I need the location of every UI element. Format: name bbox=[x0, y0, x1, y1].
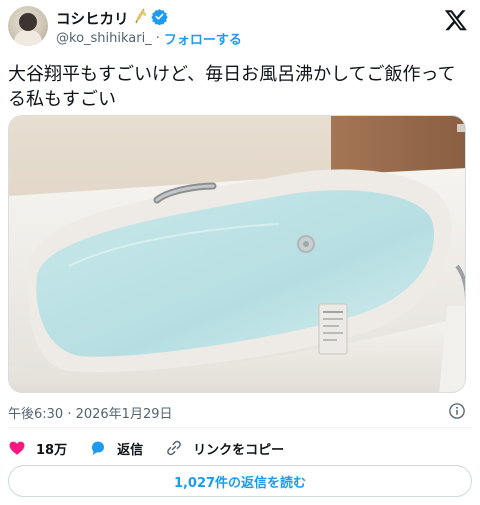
like-count: 18万 bbox=[36, 442, 68, 458]
copy-link-button[interactable]: リンクをコピー bbox=[165, 439, 284, 458]
avatar-head bbox=[19, 13, 37, 31]
x-logo-icon[interactable] bbox=[444, 8, 468, 32]
tweet-text: 大谷翔平もすごいけど、毎日お風呂沸かしてご飯作って る私もすごい bbox=[8, 62, 470, 112]
author-handle-row: @ko_shihikari_ · フォローする bbox=[56, 29, 242, 48]
verified-badge-icon bbox=[150, 8, 168, 29]
read-replies-label: 1,027件の返信を読む bbox=[173, 475, 307, 491]
author-handle[interactable]: @ko_shihikari_ bbox=[56, 31, 152, 46]
like-button[interactable]: 18万 bbox=[8, 439, 67, 458]
follow-button[interactable]: フォローする bbox=[164, 29, 242, 48]
reply-button[interactable]: 返信 bbox=[89, 439, 143, 458]
author-name-row[interactable]: コシヒカリ bbox=[56, 8, 168, 28]
tweet-photo[interactable] bbox=[8, 115, 466, 393]
read-replies-button[interactable]: 1,027件の返信を読む bbox=[8, 465, 472, 497]
tweet-header: コシヒカリ @ko_shihikari_ · フォローする bbox=[8, 6, 472, 50]
avatar[interactable] bbox=[8, 6, 48, 46]
tweet-text-line: る私もすごい bbox=[8, 89, 116, 110]
link-icon bbox=[167, 440, 181, 456]
tweet-timestamp[interactable]: 午後6:30 · 2026年1月29日 bbox=[8, 403, 173, 422]
author-display-name[interactable]: コシヒカリ bbox=[56, 8, 129, 29]
reply-label: 返信 bbox=[117, 442, 144, 458]
handle-separator: · bbox=[155, 30, 160, 46]
copy-link-label: リンクをコピー bbox=[193, 442, 285, 458]
info-icon[interactable] bbox=[448, 402, 466, 420]
reply-icon bbox=[92, 441, 105, 456]
heart-icon bbox=[9, 441, 25, 455]
tweet-actions: 18万 返信 リンクをコピー bbox=[8, 438, 306, 458]
avatar-body bbox=[14, 30, 42, 46]
tweet-text-line: 大谷翔平もすごいけど、毎日お風呂沸かしてご飯作って bbox=[8, 64, 456, 85]
bathtub-photo bbox=[9, 116, 465, 392]
rice-sprig-icon bbox=[133, 8, 147, 28]
divider bbox=[8, 427, 472, 428]
